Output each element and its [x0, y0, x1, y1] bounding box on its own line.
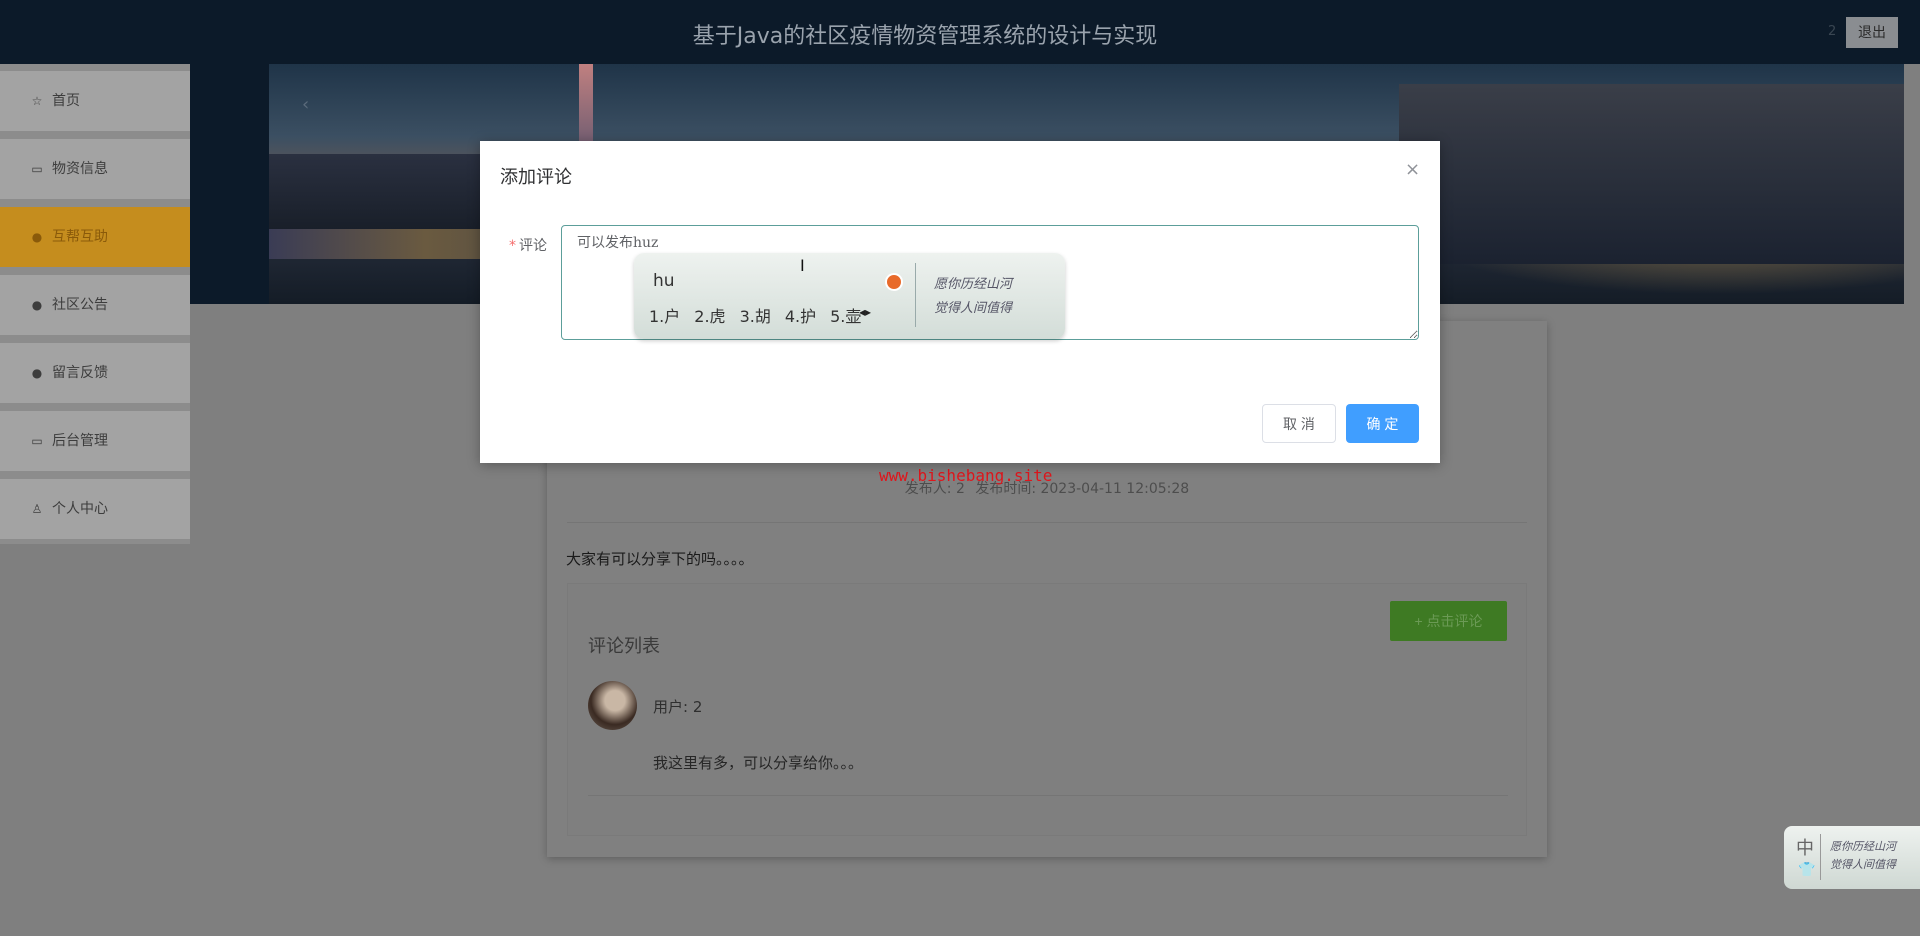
sidebar-item-label: 首页	[52, 93, 80, 109]
top-header: 基于Java的社区疫情物资管理系统的设计与实现 2 退出	[0, 0, 1920, 64]
sidebar-item-icon: ☆	[31, 94, 43, 108]
ime-mode-toggle[interactable]: 中	[1796, 834, 1814, 860]
post-content: 大家有可以分享下的吗。。。。	[566, 550, 754, 568]
cancel-button[interactable]: 取 消	[1262, 404, 1336, 443]
add-comment-button[interactable]: + 点击评论	[1390, 601, 1507, 641]
ime-skin-icon[interactable]: 👕	[1798, 862, 1815, 878]
ime-composition: hu	[653, 271, 675, 291]
sidebar-item[interactable]: ● 互帮互助	[0, 207, 190, 267]
ime-skin-art: 愿你历经山河 觉得人间值得	[934, 273, 1012, 321]
sidebar-item-icon: ●	[31, 230, 43, 244]
ime-art-line: 愿你历经山河	[934, 277, 1013, 292]
ime-art-line: 觉得人间值得	[1830, 858, 1896, 871]
avatar	[588, 681, 637, 730]
comment-field-label: * 评论	[509, 235, 547, 255]
sidebar-item-icon: ♙	[31, 502, 43, 516]
comment-user: 用户: 2	[653, 698, 703, 716]
ime-skin-art: 愿你历经山河 觉得人间值得	[1830, 838, 1896, 874]
logout-button[interactable]: 退出	[1846, 17, 1898, 48]
text-cursor-icon: I	[800, 256, 805, 275]
sidebar-item[interactable]: ☆ 首页	[0, 71, 190, 131]
ime-art-line: 觉得人间值得	[934, 301, 1013, 316]
ime-candidates: 1.户 2.虎 3.胡 4.护 5.壶	[649, 303, 861, 327]
ime-candidate-popup: hu 1.户 2.虎 3.胡 4.护 5.壶 ◂▸ 愿你历经山河 觉得人间值得	[634, 253, 1065, 339]
confirm-button[interactable]: 确 定	[1346, 404, 1419, 443]
ime-logo-icon	[885, 273, 903, 291]
carousel-prev-icon[interactable]: ‹	[302, 94, 309, 115]
ime-candidate[interactable]: 2.虎	[694, 303, 725, 327]
sidebar-item-icon: ●	[31, 366, 43, 380]
sidebar-item-icon: ●	[31, 298, 43, 312]
ime-candidate[interactable]: 1.户	[649, 303, 680, 327]
ime-page-arrows-icon[interactable]: ◂▸	[859, 305, 871, 319]
banner-image-city-right	[1399, 84, 1904, 264]
sidebar-item-label: 后台管理	[52, 433, 108, 449]
comment-text: 我这里有多，可以分享给你。。。	[653, 754, 864, 772]
sidebar-item[interactable]: ▭ 物资信息	[0, 139, 190, 199]
sidebar-item[interactable]: ● 社区公告	[0, 275, 190, 335]
close-icon[interactable]: ×	[1405, 159, 1420, 180]
sidebar-item-label: 留言反馈	[52, 365, 108, 381]
divider	[915, 263, 916, 327]
sidebar-item-icon: ▭	[31, 434, 43, 448]
sidebar: ☆ 首页 ▭ 物资信息 ● 互帮互助 ● 社区公告 ● 留言反馈 ▭ 后台管理 ♙ 个人中心	[0, 64, 190, 544]
ime-candidate[interactable]: 5.壶	[830, 303, 861, 327]
ime-status-bar[interactable]: 中 👕 愿你历经山河 觉得人间值得	[1784, 826, 1920, 889]
comment-list-title: 评论列表	[588, 636, 660, 657]
sidebar-item[interactable]: ● 留言反馈	[0, 343, 190, 403]
sidebar-item-label: 社区公告	[52, 297, 108, 313]
sidebar-item-icon: ▭	[31, 162, 43, 176]
comment-label-text: 评论	[519, 238, 547, 254]
ime-art-line: 愿你历经山河	[1830, 840, 1896, 853]
ime-candidate[interactable]: 4.护	[785, 303, 816, 327]
divider	[567, 522, 1527, 523]
sidebar-item[interactable]: ▭ 后台管理	[0, 411, 190, 471]
sidebar-item-label: 物资信息	[52, 161, 108, 177]
current-user: 2	[1828, 24, 1837, 39]
ime-candidate[interactable]: 3.胡	[740, 303, 771, 327]
divider	[588, 795, 1508, 796]
dialog-title: 添加评论	[500, 167, 572, 188]
watermark-text: www.bishebang.site	[879, 466, 1053, 485]
sidebar-item-label: 互帮互助	[52, 229, 108, 245]
divider	[1820, 834, 1821, 880]
sidebar-item-label: 个人中心	[52, 501, 108, 517]
comment-list-panel: 评论列表 + 点击评论 用户: 2 我这里有多，可以分享给你。。。	[567, 583, 1527, 836]
app-title: 基于Java的社区疫情物资管理系统的设计与实现	[692, 24, 1158, 49]
sidebar-item[interactable]: ♙ 个人中心	[0, 479, 190, 539]
required-mark: *	[509, 238, 516, 254]
banner-left-strip	[190, 64, 269, 304]
